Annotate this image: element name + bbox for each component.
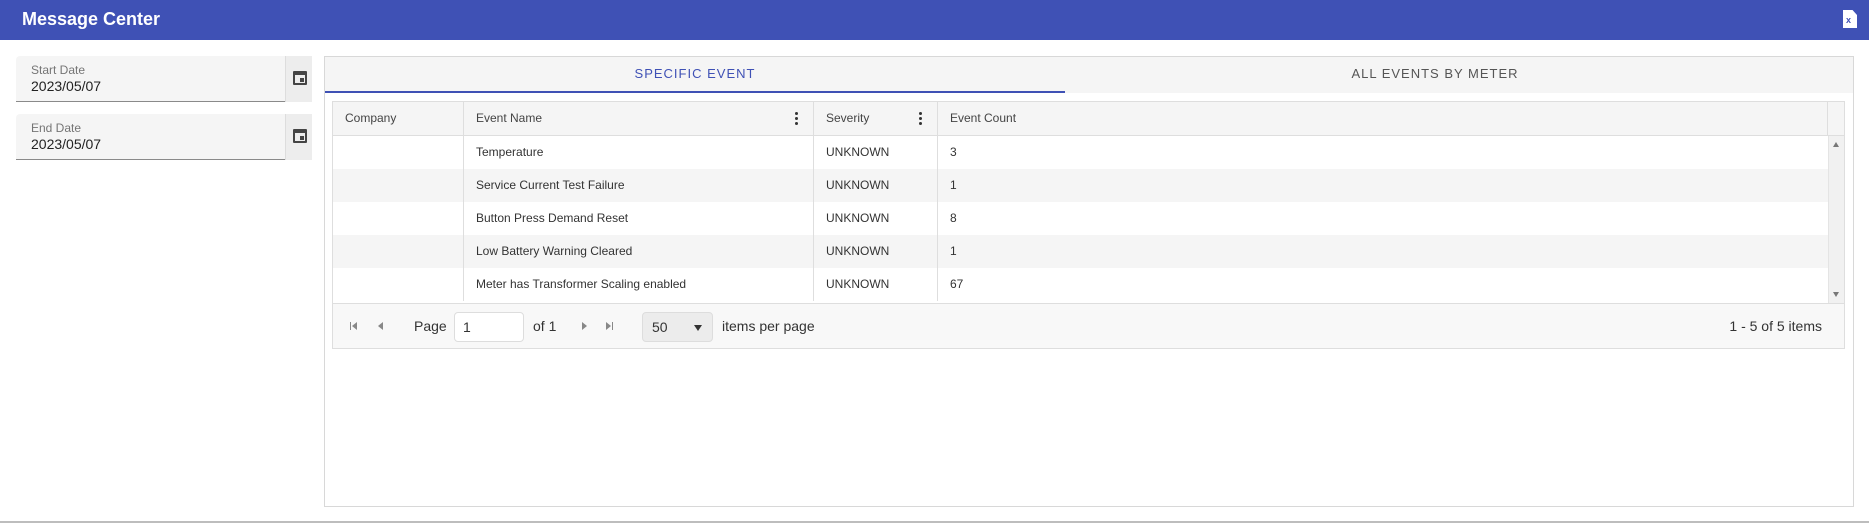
page-count-label: of 1 bbox=[533, 318, 557, 334]
end-date-input[interactable]: End Date 2023/05/07 bbox=[16, 114, 285, 160]
cell-event-name: Service Current Test Failure bbox=[464, 169, 814, 202]
page-size-value: 50 bbox=[652, 319, 668, 335]
cell-company bbox=[333, 268, 464, 301]
column-menu-icon[interactable] bbox=[919, 112, 923, 126]
tab-specific-event[interactable]: SPECIFIC EVENT bbox=[325, 57, 1065, 93]
next-page-icon bbox=[582, 322, 587, 330]
cell-severity: UNKNOWN bbox=[814, 235, 938, 268]
cell-event-name: Low Battery Warning Cleared bbox=[464, 235, 814, 268]
cell-event-count: 1 bbox=[950, 178, 957, 192]
column-menu-icon[interactable] bbox=[795, 112, 799, 126]
start-date-label: Start Date bbox=[31, 63, 86, 77]
calendar-icon bbox=[293, 71, 307, 85]
pager-summary: 1 - 5 of 5 items bbox=[1729, 318, 1822, 334]
window-title: Message Center bbox=[22, 9, 161, 29]
start-date-picker-button[interactable] bbox=[285, 56, 312, 102]
grid-pager: Page of 1 50 items per page 1 - 5 of 5 i… bbox=[333, 303, 1844, 348]
cell-severity: UNKNOWN bbox=[814, 202, 938, 235]
scroll-down-icon[interactable] bbox=[1833, 292, 1839, 297]
title-bar: Message Center x bbox=[0, 0, 1869, 40]
end-date-value[interactable]: 2023/05/07 bbox=[31, 136, 101, 152]
table-row[interactable]: Service Current Test Failure UNKNOWN 1 bbox=[333, 169, 1828, 202]
cell-company bbox=[333, 235, 464, 268]
end-date-label: End Date bbox=[31, 121, 82, 135]
start-date-input[interactable]: Start Date 2023/05/07 bbox=[16, 56, 285, 102]
column-header-severity[interactable]: Severity bbox=[814, 102, 938, 136]
previous-page-button[interactable] bbox=[375, 320, 387, 332]
table-row[interactable]: Temperature UNKNOWN 3 bbox=[333, 136, 1828, 169]
cell-event-name: Meter has Transformer Scaling enabled bbox=[464, 268, 814, 301]
start-date-value[interactable]: 2023/05/07 bbox=[31, 78, 101, 94]
previous-page-icon bbox=[378, 322, 383, 330]
cell-event-count: 1 bbox=[950, 244, 957, 258]
column-header-company[interactable]: Company bbox=[333, 102, 464, 136]
table-row[interactable]: Low Battery Warning Cleared UNKNOWN 1 bbox=[333, 235, 1828, 268]
cell-event-name: Button Press Demand Reset bbox=[464, 202, 814, 235]
next-page-button[interactable] bbox=[578, 320, 590, 332]
items-per-page-label: items per page bbox=[722, 318, 815, 334]
scroll-up-icon[interactable] bbox=[1833, 142, 1839, 147]
cell-company bbox=[333, 169, 464, 202]
column-header-event-count[interactable]: Event Count bbox=[938, 102, 1828, 136]
cell-company bbox=[333, 202, 464, 235]
cell-company bbox=[333, 136, 464, 169]
table-row[interactable]: Button Press Demand Reset UNKNOWN 8 bbox=[333, 202, 1828, 235]
page-label: Page bbox=[414, 318, 447, 334]
cell-event-count: 8 bbox=[950, 211, 957, 225]
cell-severity: UNKNOWN bbox=[814, 268, 938, 301]
page-number-input[interactable] bbox=[454, 312, 524, 342]
first-page-icon bbox=[352, 322, 357, 330]
table-row[interactable]: Meter has Transformer Scaling enabled UN… bbox=[333, 268, 1828, 301]
events-grid: Company Event Name Severity Event Count … bbox=[332, 101, 1845, 349]
end-date-field[interactable]: End Date 2023/05/07 bbox=[16, 114, 312, 160]
cell-event-count: 3 bbox=[950, 145, 957, 159]
grid-vertical-scrollbar[interactable] bbox=[1828, 136, 1844, 303]
column-header-event-name[interactable]: Event Name bbox=[464, 102, 814, 136]
page-size-select[interactable]: 50 bbox=[642, 312, 713, 342]
last-page-icon bbox=[606, 322, 611, 330]
end-date-picker-button[interactable] bbox=[285, 114, 312, 160]
grid-header: Company Event Name Severity Event Count bbox=[333, 102, 1844, 136]
start-date-field[interactable]: Start Date 2023/05/07 bbox=[16, 56, 312, 102]
tab-strip: SPECIFIC EVENT ALL EVENTS BY METER bbox=[325, 57, 1853, 93]
tab-all-events-by-meter[interactable]: ALL EVENTS BY METER bbox=[1065, 57, 1805, 93]
chevron-down-icon bbox=[694, 325, 702, 331]
calendar-icon bbox=[293, 129, 307, 143]
cell-event-count: 67 bbox=[950, 277, 964, 291]
events-panel: SPECIFIC EVENT ALL EVENTS BY METER Compa… bbox=[324, 56, 1854, 507]
first-page-button[interactable] bbox=[349, 320, 361, 332]
cell-severity: UNKNOWN bbox=[814, 169, 938, 202]
cell-event-name: Temperature bbox=[464, 136, 814, 169]
excel-export-icon[interactable]: x bbox=[1843, 10, 1857, 28]
cell-severity: UNKNOWN bbox=[814, 136, 938, 169]
last-page-button[interactable] bbox=[603, 320, 615, 332]
